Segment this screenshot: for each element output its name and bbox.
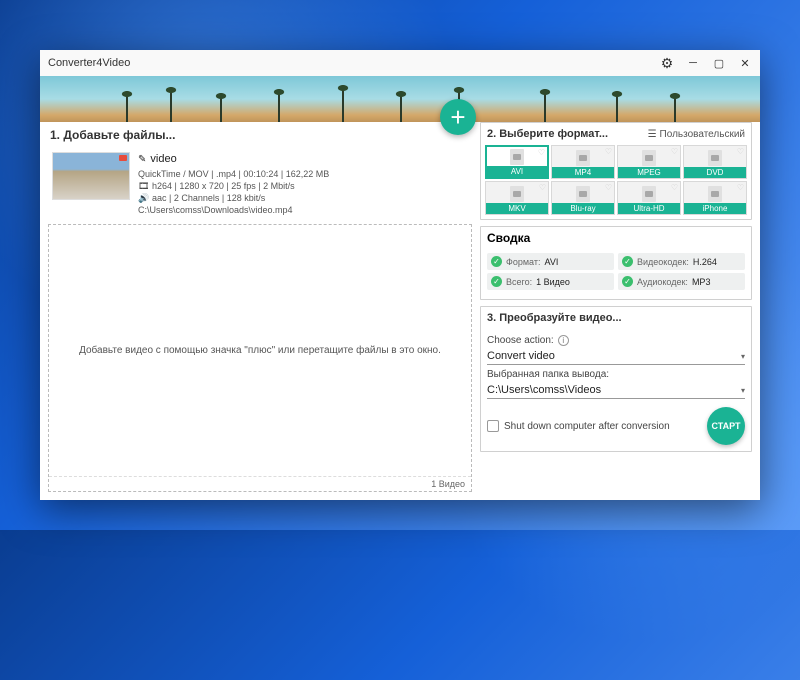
header-banner bbox=[40, 76, 760, 122]
chevron-down-icon: ▾ bbox=[741, 352, 745, 361]
summary-format: ✓Формат: AVI bbox=[487, 253, 614, 270]
summary-acodec: ✓Аудиокодек: MP3 bbox=[618, 273, 745, 290]
check-icon: ✓ bbox=[491, 276, 502, 287]
body: + 1. Добавьте файлы... ✎ video QuickTime… bbox=[40, 122, 760, 500]
file-path: C:\Users\comss\Downloads\video.mp4 bbox=[138, 204, 468, 216]
format-grid: ♡AVI ♡MP4 ♡MPEG ♡DVD ♡MKV ♡Blu-ray ♡Ultr… bbox=[481, 145, 751, 219]
right-column: 2. Выберите формат... ☰ Пользовательский… bbox=[480, 122, 752, 492]
format-uhd[interactable]: ♡Ultra-HD bbox=[617, 181, 681, 215]
shutdown-checkbox[interactable]: Shut down computer after conversion bbox=[487, 420, 670, 432]
edit-icon[interactable]: ✎ bbox=[138, 153, 146, 167]
file-name-text: video bbox=[150, 152, 176, 167]
format-mkv[interactable]: ♡MKV bbox=[485, 181, 549, 215]
file-item[interactable]: ✎ video QuickTime / MOV | .mp4 | 00:10:2… bbox=[48, 148, 472, 220]
file-audio-line: aac | 2 Channels | 128 kbit/s bbox=[152, 192, 265, 204]
format-avi[interactable]: ♡AVI bbox=[485, 145, 549, 179]
video-thumbnail bbox=[52, 152, 130, 200]
summary-panel: Сводка ✓Формат: AVI ✓Видеокодек: H.264 ✓… bbox=[480, 226, 752, 300]
settings-icon[interactable]: ⚙ bbox=[660, 56, 674, 70]
heart-icon[interactable]: ♡ bbox=[671, 147, 678, 156]
titlebar: Converter4Video ⚙ ─ ▢ ✕ bbox=[40, 50, 760, 76]
format-mpeg[interactable]: ♡MPEG bbox=[617, 145, 681, 179]
summary-title: Сводка bbox=[481, 227, 751, 249]
summary-vcodec: ✓Видеокодек: H.264 bbox=[618, 253, 745, 270]
step1-title: 1. Добавьте файлы... bbox=[48, 122, 472, 148]
app-window: Converter4Video ⚙ ─ ▢ ✕ + 1. Добавьте фа… bbox=[40, 50, 760, 500]
close-button[interactable]: ✕ bbox=[738, 56, 752, 70]
dropzone-message: Добавьте видео с помощью значка "плюс" и… bbox=[49, 225, 471, 476]
file-info: ✎ video QuickTime / MOV | .mp4 | 00:10:2… bbox=[138, 152, 468, 216]
check-icon: ✓ bbox=[622, 256, 633, 267]
heart-icon[interactable]: ♡ bbox=[539, 183, 546, 192]
format-bluray[interactable]: ♡Blu-ray bbox=[551, 181, 615, 215]
dropzone[interactable]: Добавьте видео с помощью значка "плюс" и… bbox=[48, 224, 472, 492]
minimize-button[interactable]: ─ bbox=[686, 56, 700, 70]
video-icon: 🎞 bbox=[138, 180, 148, 192]
format-iphone[interactable]: ♡iPhone bbox=[683, 181, 747, 215]
heart-icon[interactable]: ♡ bbox=[605, 147, 612, 156]
heart-icon[interactable]: ♡ bbox=[737, 183, 744, 192]
custom-format-button[interactable]: ☰ Пользовательский bbox=[648, 129, 745, 140]
output-label: Выбранная папка вывода: bbox=[487, 369, 745, 380]
action-label: Choose action:i bbox=[487, 335, 745, 346]
convert-panel: 3. Преобразуйте видео... Choose action:i… bbox=[480, 306, 752, 452]
dropzone-footer: 1 Видео bbox=[49, 476, 471, 491]
add-file-button[interactable]: + bbox=[440, 99, 476, 135]
left-column: + 1. Добавьте файлы... ✎ video QuickTime… bbox=[48, 122, 472, 492]
window-controls: ⚙ ─ ▢ ✕ bbox=[660, 56, 752, 70]
heart-icon[interactable]: ♡ bbox=[605, 183, 612, 192]
check-icon: ✓ bbox=[622, 276, 633, 287]
file-video-line: h264 | 1280 x 720 | 25 fps | 2 Mbit/s bbox=[152, 180, 295, 192]
heart-icon[interactable]: ♡ bbox=[737, 147, 744, 156]
audio-icon: 🔊 bbox=[138, 192, 148, 204]
maximize-button[interactable]: ▢ bbox=[712, 56, 726, 70]
format-panel: 2. Выберите формат... ☰ Пользовательский… bbox=[480, 122, 752, 220]
summary-total: ✓Всего: 1 Видео bbox=[487, 273, 614, 290]
info-icon[interactable]: i bbox=[558, 335, 569, 346]
heart-icon[interactable]: ♡ bbox=[671, 183, 678, 192]
heart-icon[interactable]: ♡ bbox=[538, 148, 545, 157]
checkbox-box bbox=[487, 420, 499, 432]
check-icon: ✓ bbox=[491, 256, 502, 267]
file-container-line: QuickTime / MOV | .mp4 | 00:10:24 | 162,… bbox=[138, 168, 468, 180]
format-mp4[interactable]: ♡MP4 bbox=[551, 145, 615, 179]
step2-title: 2. Выберите формат... bbox=[487, 128, 608, 140]
action-dropdown[interactable]: Convert video▾ bbox=[487, 348, 745, 365]
app-title: Converter4Video bbox=[48, 57, 660, 69]
chevron-down-icon: ▾ bbox=[741, 386, 745, 395]
hamburger-icon: ☰ bbox=[648, 129, 657, 140]
step3-title: 3. Преобразуйте видео... bbox=[487, 312, 622, 324]
output-dropdown[interactable]: C:\Users\comss\Videos▾ bbox=[487, 382, 745, 399]
format-dvd[interactable]: ♡DVD bbox=[683, 145, 747, 179]
start-button[interactable]: СТАРТ bbox=[707, 407, 745, 445]
